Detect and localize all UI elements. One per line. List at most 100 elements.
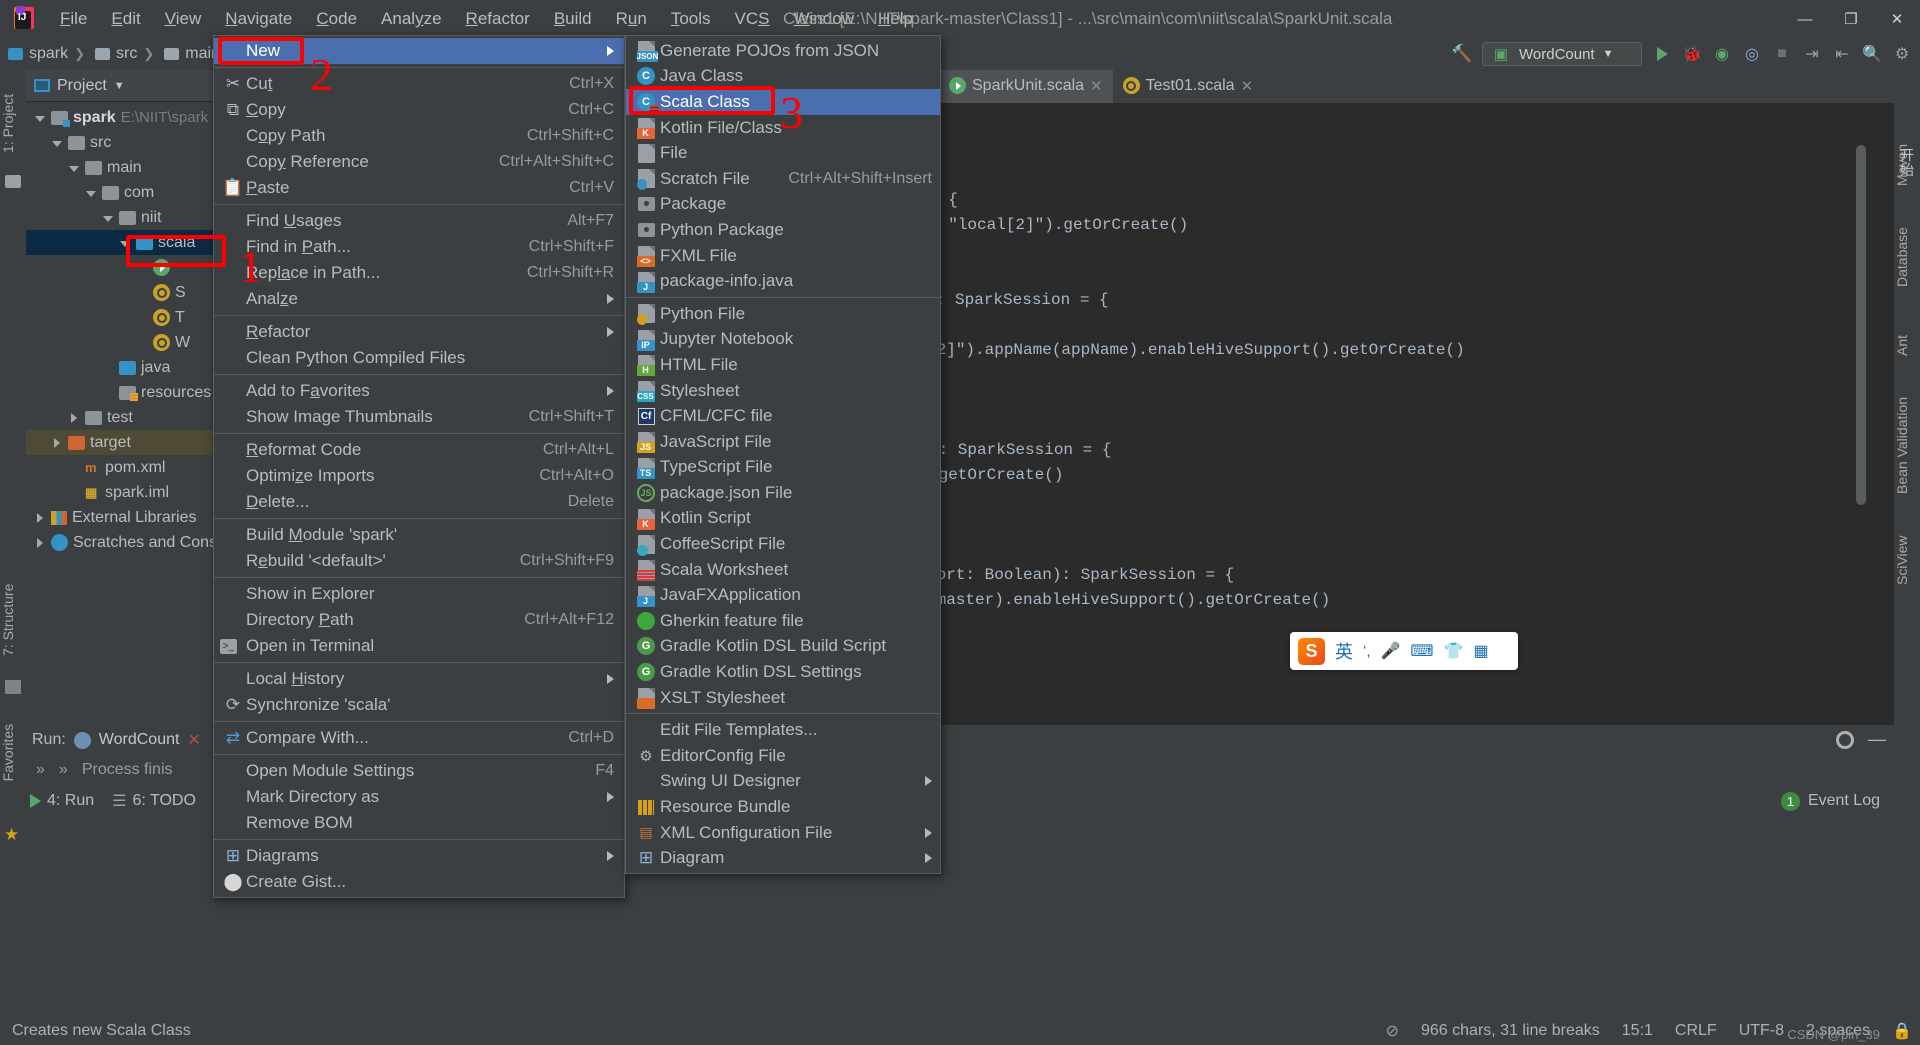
window-controls[interactable]: — ❐ ✕ xyxy=(1782,0,1920,38)
left-tool-stripe[interactable]: 1: Project 7: Structure 2: Favorites ★ xyxy=(0,70,26,844)
toolbar-actions[interactable]: 🔨 ▣ WordCount ▼ 🐞 ◉ ◎ ■ ⇥ ⇤ 🔍 ⚙ xyxy=(1451,38,1920,70)
sidebar-tab-project[interactable]: 1: Project xyxy=(0,78,26,168)
editor-tab-test01[interactable]: Test01.scala ✕ xyxy=(1113,70,1264,103)
mic-icon[interactable]: 🎤 xyxy=(1381,641,1401,661)
shirt-icon[interactable]: 👕 xyxy=(1444,641,1464,661)
sidebar-tab-sciview[interactable]: SciView xyxy=(1894,520,1920,600)
submenu-item-scala-worksheet[interactable]: Scala Worksheet xyxy=(626,557,940,583)
context-menu-item-new[interactable]: New xyxy=(214,38,624,64)
submenu-item-generate-pojos[interactable]: JSON Generate POJOs from JSON xyxy=(626,38,940,64)
new-submenu[interactable]: JSON Generate POJOs from JSON C Java Cla… xyxy=(625,35,941,874)
ime-mode-label[interactable]: 英 xyxy=(1335,638,1353,664)
submenu-item-javascript-file[interactable]: JS JavaScript File xyxy=(626,429,940,455)
tree-item-com[interactable]: com xyxy=(26,180,239,205)
context-menu-item-copy-reference[interactable]: Copy Reference Ctrl+Alt+Shift+C xyxy=(214,149,624,175)
close-icon[interactable]: ✕ xyxy=(1090,77,1103,95)
context-menu-item-rebuild[interactable]: Rebuild '<default>' Ctrl+Shift+F9 xyxy=(214,548,624,574)
submenu-item-gradle-kotlin-dsl-build-script[interactable]: G Gradle Kotlin DSL Build Script xyxy=(626,634,940,660)
expand-arrow-icon[interactable] xyxy=(102,212,114,224)
menu-tools[interactable]: Tools xyxy=(659,5,723,33)
context-menu-item-directory-path[interactable]: Directory Path Ctrl+Alt+F12 xyxy=(214,607,624,633)
ime-toolbar[interactable]: S 英 ʻ, 🎤 ⌨ 👕 ▦ xyxy=(1290,632,1518,670)
sidebar-tab-bean-validation[interactable]: Bean Validation xyxy=(1894,380,1920,510)
expand-arrow-icon[interactable] xyxy=(85,187,97,199)
context-menu-item-find-usages[interactable]: Find Usages Alt+F7 xyxy=(214,208,624,234)
breadcrumb-spark[interactable]: spark xyxy=(0,45,72,63)
context-menu-item-mark-directory-as[interactable]: Mark Directory as xyxy=(214,784,624,810)
expand-arrow-icon[interactable] xyxy=(34,512,46,524)
context-menu-item-add-to-favorites[interactable]: Add to Favorites xyxy=(214,378,624,404)
submenu-item-html-file[interactable]: H HTML File xyxy=(626,352,940,378)
tree-item-java[interactable]: java xyxy=(26,355,239,380)
tree-item-scala-object-s[interactable]: S xyxy=(26,280,239,305)
tool-window-run[interactable]: 4: Run xyxy=(30,792,94,810)
menu-run[interactable]: Run xyxy=(604,5,659,33)
context-menu-item-optimize-imports[interactable]: Optimize Imports Ctrl+Alt+O xyxy=(214,463,624,489)
submenu-item-xslt-stylesheet[interactable]: XSLT Stylesheet xyxy=(626,685,940,711)
submenu-item-jupyter-notebook[interactable]: IP Jupyter Notebook xyxy=(626,327,940,353)
tree-item-test[interactable]: test xyxy=(26,405,239,430)
context-menu-item-paste[interactable]: 📋 Paste Ctrl+V xyxy=(214,175,624,201)
expand-arrow-icon[interactable] xyxy=(34,112,46,124)
inspection-icon[interactable]: ⊘ xyxy=(1386,1021,1399,1041)
project-tree[interactable]: spark E:\NIIT\spark src main com niit sc… xyxy=(26,102,246,555)
context-menu-item-analyze[interactable]: Analze xyxy=(214,286,624,312)
expand-arrow-icon[interactable] xyxy=(68,412,80,424)
sidebar-tab-structure[interactable]: 7: Structure xyxy=(0,560,26,680)
close-icon[interactable]: ✕ xyxy=(1241,77,1254,95)
tree-item-spark[interactable]: spark E:\NIIT\spark xyxy=(26,105,239,130)
status-line-separator[interactable]: CRLF xyxy=(1675,1022,1717,1040)
submenu-item-typescript-file[interactable]: TS TypeScript File xyxy=(626,455,940,481)
settings-gear-icon[interactable] xyxy=(1836,730,1854,749)
right-tool-stripe[interactable]: 开始 Maven Database Ant Bean Validation Sc… xyxy=(1894,70,1920,830)
tree-item-src[interactable]: src xyxy=(26,130,239,155)
sidebar-tab-maven[interactable]: Maven xyxy=(1894,130,1920,200)
menu-analyze[interactable]: Analyze xyxy=(369,5,454,33)
tree-item-target[interactable]: target xyxy=(26,430,239,455)
context-menu-item-remove-bom[interactable]: Remove BOM xyxy=(214,810,624,836)
tree-item-scala-object-w[interactable]: W xyxy=(26,330,239,355)
context-menu-item-find-in-path[interactable]: Find in Path... Ctrl+Shift+F xyxy=(214,234,624,260)
context-menu-item-local-history[interactable]: Local History xyxy=(214,666,624,692)
expand-arrow-icon[interactable] xyxy=(68,162,80,174)
maximize-button[interactable]: ❐ xyxy=(1828,0,1874,38)
menu-refactor[interactable]: Refactor xyxy=(454,5,542,33)
close-icon[interactable]: ✕ xyxy=(187,730,200,750)
submenu-item-cfml-cfc-file[interactable]: Cf CFML/CFC file xyxy=(626,403,940,429)
submenu-item-scratch-file[interactable]: Scratch File Ctrl+Alt+Shift+Insert xyxy=(626,166,940,192)
stop-icon[interactable]: ■ xyxy=(1772,44,1792,64)
run-configuration-selector[interactable]: ▣ WordCount ▼ xyxy=(1482,42,1642,66)
expand-chevrons-icon[interactable]: » xyxy=(36,761,45,779)
apps-icon[interactable]: ▦ xyxy=(1473,641,1488,661)
menu-view[interactable]: View xyxy=(153,5,214,33)
expand-arrow-icon[interactable] xyxy=(51,437,63,449)
profile-icon[interactable]: ◎ xyxy=(1742,44,1762,64)
submenu-item-diagram[interactable]: ⊞ Diagram xyxy=(626,845,940,871)
expand-chevrons-icon-2[interactable]: » xyxy=(59,761,68,779)
close-button[interactable]: ✕ xyxy=(1874,0,1920,38)
context-menu-item-copy-path[interactable]: Copy Path Ctrl+Shift+C xyxy=(214,123,624,149)
menu-edit[interactable]: Edit xyxy=(99,5,152,33)
context-menu-item-show-image-thumbnails[interactable]: Show Image Thumbnails Ctrl+Shift+T xyxy=(214,404,624,430)
tree-item-niit[interactable]: niit xyxy=(26,205,239,230)
context-menu-item-diagrams[interactable]: ⊞ Diagrams xyxy=(214,843,624,869)
chevron-down-icon[interactable]: ▼ xyxy=(114,80,125,92)
status-encoding[interactable]: UTF-8 xyxy=(1739,1022,1784,1040)
submenu-item-coffeescript-file[interactable]: CoffeeScript File xyxy=(626,531,940,557)
submenu-item-resource-bundle[interactable]: Resource Bundle xyxy=(626,794,940,820)
breadcrumb-src[interactable]: src xyxy=(87,45,141,63)
update-icon[interactable]: ⇤ xyxy=(1832,44,1852,64)
submenu-item-package-info-java[interactable]: J package-info.java xyxy=(626,268,940,294)
context-menu[interactable]: New ✂ Cut Ctrl+X ⧉ Copy Ctrl+C Copy Path… xyxy=(213,35,625,898)
settings-gear-icon[interactable]: ⚙ xyxy=(1892,44,1912,64)
submenu-item-kotlin-script[interactable]: K Kotlin Script xyxy=(626,506,940,532)
attach-icon[interactable]: ⇥ xyxy=(1802,44,1822,64)
context-menu-item-copy[interactable]: ⧉ Copy Ctrl+C xyxy=(214,97,624,123)
menu-build[interactable]: Build xyxy=(542,5,604,33)
event-log-button[interactable]: 1 Event Log xyxy=(1780,791,1880,811)
tree-item-spark-iml[interactable]: ▦ spark.iml xyxy=(26,480,239,505)
run-with-coverage-icon[interactable]: ◉ xyxy=(1712,44,1732,64)
menu-code[interactable]: Code xyxy=(304,5,369,33)
sidebar-tab-database[interactable]: Database xyxy=(1894,210,1920,305)
context-menu-item-create-gist[interactable]: ⬤ Create Gist... xyxy=(214,869,624,895)
